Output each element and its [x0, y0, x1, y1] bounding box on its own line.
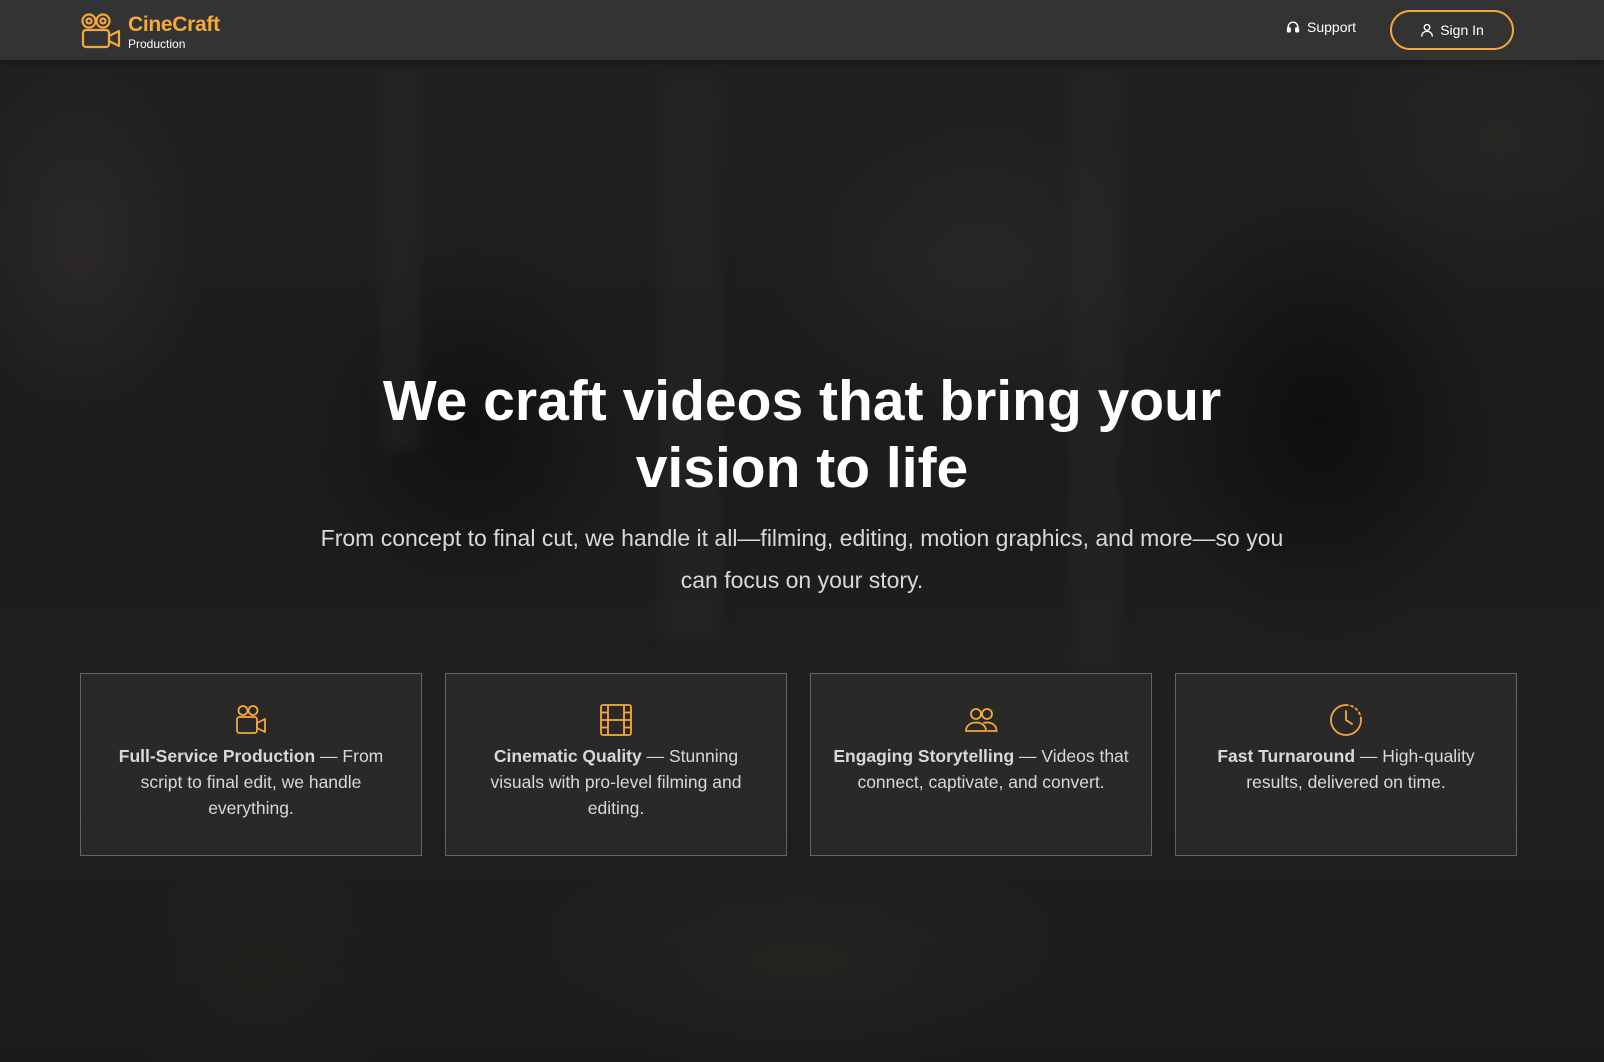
feature-card-engaging-storytelling: Engaging Storytelling — Videos that conn…: [810, 673, 1152, 856]
hero-subtitle: From concept to final cut, we handle it …: [320, 525, 1284, 593]
film-strip-icon: [600, 704, 632, 736]
feature-description: Fast Turnaround — High-quality results, …: [1198, 743, 1494, 795]
brand-text: CineCraft Production: [128, 13, 220, 50]
feature-description: Full-Service Production — From script to…: [103, 743, 399, 821]
user-icon: [1421, 23, 1434, 37]
sign-in-button[interactable]: Sign In: [1390, 10, 1514, 50]
feature-title: Cinematic Quality: [493, 746, 642, 766]
sign-in-label: Sign In: [1440, 22, 1484, 38]
feature-title: Fast Turnaround: [1217, 746, 1356, 766]
brand-subtitle: Production: [128, 36, 186, 51]
clock-icon: [1330, 704, 1362, 736]
feature-separator: —: [641, 746, 669, 766]
headphones-icon: [1286, 21, 1300, 33]
users-icon: [965, 708, 998, 732]
page: CineCraft Production Support Sign In We …: [0, 0, 1604, 1062]
feature-card-fast-turnaround: Fast Turnaround — High-quality results, …: [1175, 673, 1517, 856]
brand-name: CineCraft: [128, 12, 220, 36]
feature-separator: —: [315, 746, 343, 766]
feature-title: Full-Service Production: [118, 746, 316, 766]
brand-logo[interactable]: CineCraft Production: [80, 12, 220, 50]
feature-description: Engaging Storytelling — Videos that conn…: [833, 743, 1129, 795]
feature-card-cinematic-quality: Cinematic Quality — Stunning visuals wit…: [445, 673, 787, 856]
support-link[interactable]: Support: [1286, 19, 1356, 35]
feature-description: Cinematic Quality — Stunning visuals wit…: [468, 743, 764, 821]
feature-separator: —: [1355, 746, 1383, 766]
hero-title: We craft videos that bring your vision t…: [382, 369, 1222, 500]
feature-separator: —: [1014, 746, 1042, 766]
feature-title: Engaging Storytelling: [833, 746, 1015, 766]
feature-card-full-service: Full-Service Production — From script to…: [80, 673, 422, 856]
site-header: CineCraft Production Support Sign In: [0, 0, 1604, 60]
video-camera-icon: [236, 705, 266, 734]
video-camera-icon: [81, 13, 121, 49]
support-label: Support: [1307, 19, 1357, 35]
